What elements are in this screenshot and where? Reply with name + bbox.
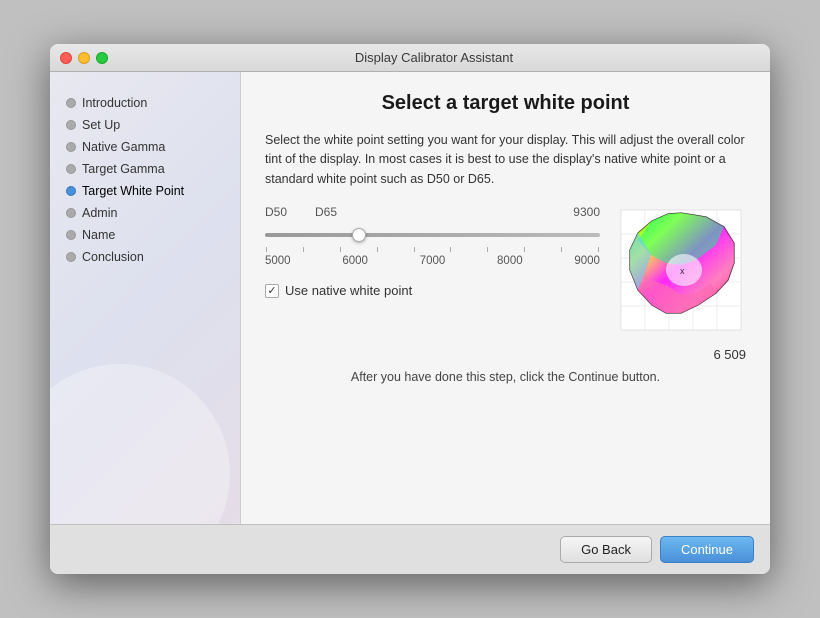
window-body: Introduction Set Up Native Gamma Target …	[50, 72, 770, 524]
checkbox-label: Use native white point	[285, 283, 412, 298]
tick-2	[303, 247, 304, 252]
continue-button[interactable]: Continue	[660, 536, 754, 563]
value-display: 6 509	[265, 347, 746, 362]
footer: Go Back Continue	[50, 524, 770, 574]
tick-5	[414, 247, 415, 252]
label-d65: D65	[315, 205, 337, 219]
nav-dot-introduction	[66, 98, 76, 108]
sidebar-item-name[interactable]: Name	[60, 224, 230, 246]
slider-track	[265, 233, 600, 237]
slider-top-labels: D50 D65 9300	[265, 205, 600, 219]
tick-9	[561, 247, 562, 252]
page-title: Select a target white point	[265, 92, 746, 115]
nav-dot-target-gamma	[66, 164, 76, 174]
svg-text:x: x	[680, 266, 685, 276]
label-6000: 6000	[342, 255, 368, 267]
window-title: Display Calibrator Assistant	[108, 50, 760, 65]
sidebar-item-target-gamma[interactable]: Target Gamma	[60, 158, 230, 180]
maximize-button[interactable]	[96, 52, 108, 64]
sidebar-item-native-gamma[interactable]: Native Gamma	[60, 136, 230, 158]
nav-dot-name	[66, 230, 76, 240]
tick-4	[377, 247, 378, 252]
main-content: Select a target white point Select the w…	[240, 72, 770, 524]
sidebar-label-introduction: Introduction	[82, 96, 147, 110]
label-8000: 8000	[497, 255, 523, 267]
sidebar: Introduction Set Up Native Gamma Target …	[50, 72, 240, 524]
sidebar-label-admin: Admin	[82, 206, 117, 220]
label-9000: 9000	[574, 255, 600, 267]
label-d50: D50	[265, 205, 287, 219]
tick-7	[487, 247, 488, 252]
label-9300: 9300	[573, 205, 600, 219]
titlebar: Display Calibrator Assistant	[50, 44, 770, 72]
minimize-button[interactable]	[78, 52, 90, 64]
sidebar-item-setup[interactable]: Set Up	[60, 114, 230, 136]
slider-thumb[interactable]	[352, 228, 366, 242]
sidebar-label-conclusion: Conclusion	[82, 250, 144, 264]
slider-ticks	[265, 247, 600, 252]
nav-dot-native-gamma	[66, 142, 76, 152]
sidebar-label-setup: Set Up	[82, 118, 120, 132]
label-7000: 7000	[420, 255, 446, 267]
slider-area: D50 D65 9300	[265, 205, 600, 306]
tick-8	[524, 247, 525, 252]
go-back-button[interactable]: Go Back	[560, 536, 652, 563]
sidebar-label-native-gamma: Native Gamma	[82, 140, 165, 154]
slider-container[interactable]	[265, 225, 600, 245]
cie-diagram: x	[616, 205, 746, 335]
nav-dot-admin	[66, 208, 76, 218]
close-button[interactable]	[60, 52, 72, 64]
main-window: Display Calibrator Assistant Introductio…	[50, 44, 770, 574]
tick-10	[598, 247, 599, 252]
sidebar-nav: Introduction Set Up Native Gamma Target …	[60, 92, 230, 268]
sidebar-label-target-gamma: Target Gamma	[82, 162, 165, 176]
tick-6	[450, 247, 451, 252]
checkbox-row[interactable]: ✓ Use native white point	[265, 283, 600, 298]
sidebar-item-introduction[interactable]: Introduction	[60, 92, 230, 114]
description-text: Select the white point setting you want …	[265, 131, 746, 189]
slider-bottom-labels: 5000 6000 7000 8000 9000	[265, 255, 600, 267]
traffic-lights	[60, 52, 108, 64]
sidebar-label-name: Name	[82, 228, 115, 242]
sidebar-label-target-white-point: Target White Point	[82, 184, 184, 198]
nav-dot-setup	[66, 120, 76, 130]
label-5000: 5000	[265, 255, 291, 267]
tick-3	[340, 247, 341, 252]
nav-dot-target-white-point	[66, 186, 76, 196]
slider-section: D50 D65 9300	[265, 205, 746, 335]
sidebar-decoration	[50, 364, 230, 524]
instruction-text: After you have done this step, click the…	[265, 370, 746, 384]
tick-1	[266, 247, 267, 252]
sidebar-item-admin[interactable]: Admin	[60, 202, 230, 224]
sidebar-item-target-white-point[interactable]: Target White Point	[60, 180, 230, 202]
checkbox-native-white-point[interactable]: ✓	[265, 284, 279, 298]
nav-dot-conclusion	[66, 252, 76, 262]
sidebar-item-conclusion[interactable]: Conclusion	[60, 246, 230, 268]
